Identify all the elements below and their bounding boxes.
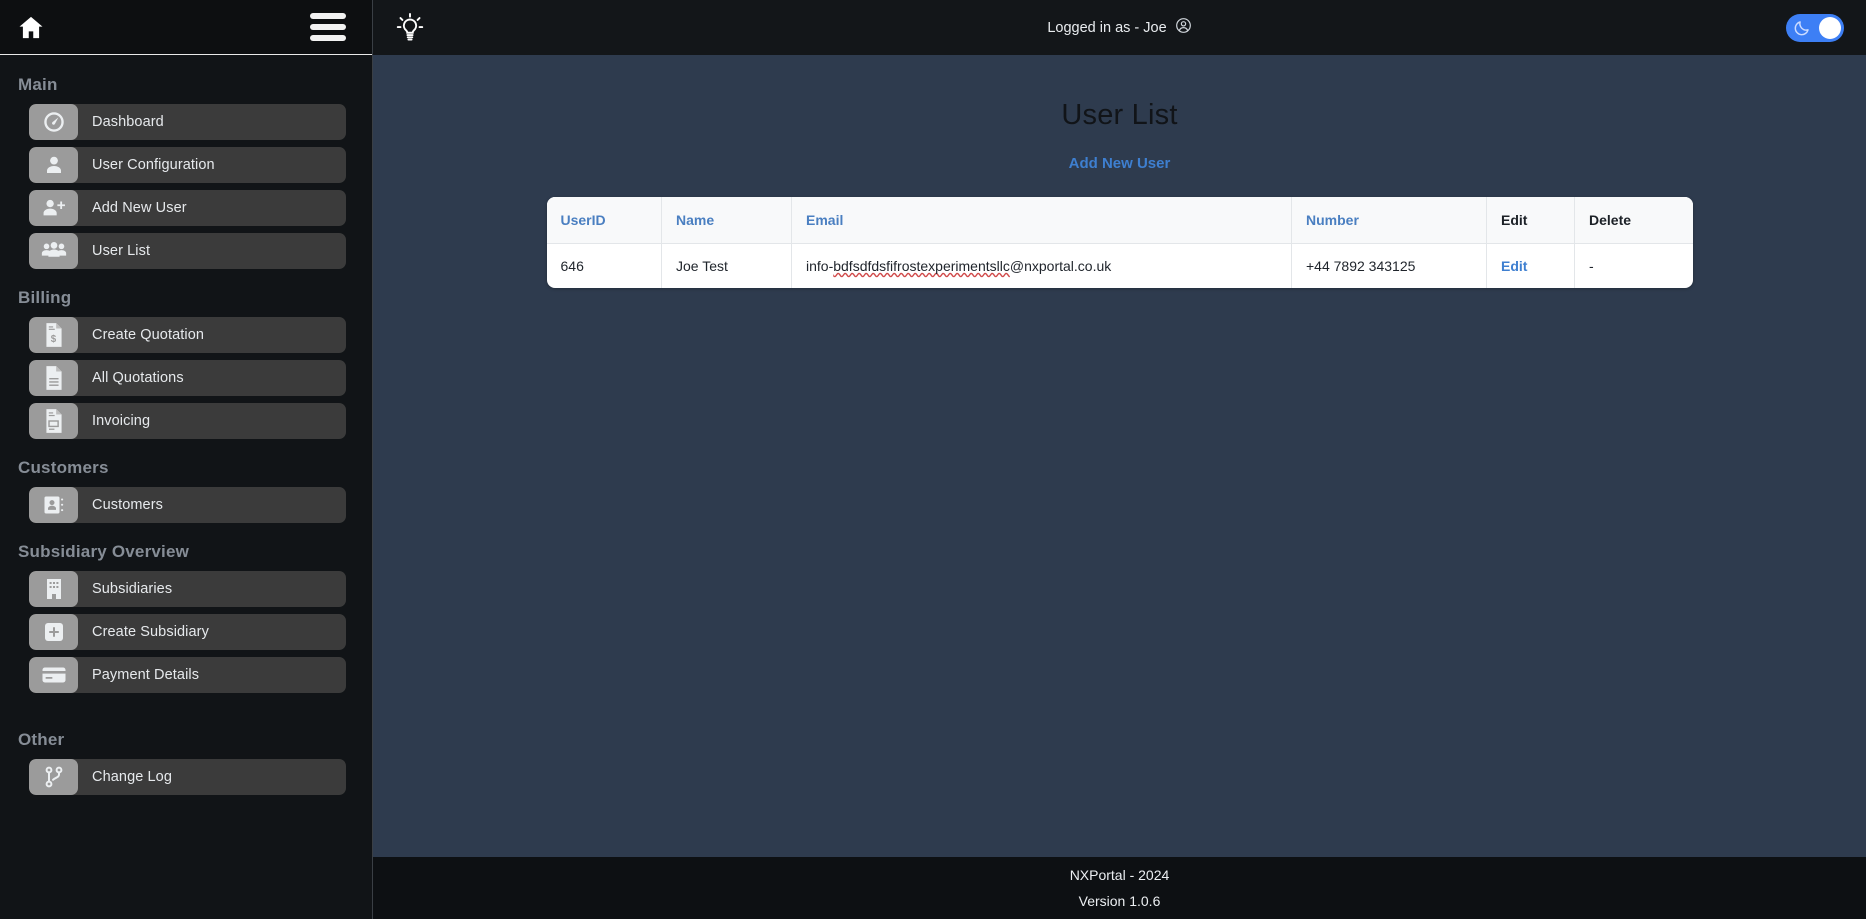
building-icon <box>29 571 78 607</box>
hamburger-menu-icon[interactable] <box>310 13 346 41</box>
table-header-row: UserID Name Email Number Edit Delete <box>546 197 1693 244</box>
logged-in-status: Logged in as - Joe <box>373 17 1866 38</box>
footer-copyright: NXPortal - 2024 <box>1069 867 1170 883</box>
lightbulb-icon[interactable] <box>387 11 433 45</box>
sidebar-item-label: Dashboard <box>92 114 164 130</box>
git-branch-icon <box>29 759 78 795</box>
app-root: Main Dashboard User Configuration Add Ne… <box>0 0 1866 919</box>
logged-in-text: Logged in as - Joe <box>1047 19 1167 36</box>
nav-section-title: Customers <box>18 458 109 477</box>
add-new-user-wrap: Add New User <box>373 155 1866 173</box>
nav-section-title: Billing <box>18 288 72 307</box>
email-prefix: info- <box>806 258 834 274</box>
column-header-userid[interactable]: UserID <box>546 197 662 244</box>
sidebar-item-user-configuration[interactable]: User Configuration <box>29 147 346 183</box>
user-list-table: UserID Name Email Number Edit Delete 646… <box>546 197 1693 288</box>
footer: NXPortal - 2024 Version 1.0.6 <box>373 857 1866 919</box>
sidebar-item-create-subsidiary[interactable]: Create Subsidiary <box>29 614 346 650</box>
nav-section-title: Other <box>18 730 65 749</box>
sidebar-item-label: Create Quotation <box>92 327 205 343</box>
column-header-email[interactable]: Email <box>791 197 1292 244</box>
column-header-edit: Edit <box>1486 197 1575 244</box>
hamburger-bar <box>310 24 346 30</box>
column-header-number[interactable]: Number <box>1291 197 1487 244</box>
sidebar-item-label: Change Log <box>92 769 173 785</box>
column-header-name[interactable]: Name <box>661 197 792 244</box>
moon-icon <box>1793 19 1811 42</box>
users-group-icon <box>29 233 78 269</box>
cell-edit: Edit <box>1486 243 1575 288</box>
nav-section-customers: Customers Customers <box>0 446 372 523</box>
nav-section-other: Other Change Log <box>0 718 372 795</box>
content-area: User List Add New User UserID Name Email… <box>373 55 1866 857</box>
table: UserID Name Email Number Edit Delete 646… <box>546 197 1693 288</box>
hamburger-bar <box>310 13 346 19</box>
top-header: Logged in as - Joe <box>373 0 1866 55</box>
user-plus-icon <box>29 190 78 226</box>
sidebar-header <box>0 0 372 55</box>
table-body: 646 Joe Test info-bdfsdfdsfifrostexperim… <box>546 243 1693 288</box>
contact-card-icon <box>29 487 78 523</box>
sidebar-item-all-quotations[interactable]: All Quotations <box>29 360 346 396</box>
sidebar-item-change-log[interactable]: Change Log <box>29 759 346 795</box>
table-head: UserID Name Email Number Edit Delete <box>546 197 1693 244</box>
footer-version: Version 1.0.6 <box>1078 893 1161 909</box>
sidebar-item-label: Subsidiaries <box>92 581 173 597</box>
document-lines-icon <box>29 360 78 396</box>
nav-section-subsidiary-overview: Subsidiary Overview Subsidiaries Create … <box>0 530 372 693</box>
sidebar-item-label: User List <box>92 243 151 259</box>
sidebar-item-label: Payment Details <box>92 667 200 683</box>
sidebar-item-label: Customers <box>92 497 163 513</box>
user-circle-icon <box>1175 17 1192 38</box>
gauge-icon <box>29 104 78 140</box>
sidebar-item-dashboard[interactable]: Dashboard <box>29 104 346 140</box>
nav-section-billing: Billing $ Create Quotation All Quotation… <box>0 276 372 439</box>
sidebar-item-label: Invoicing <box>92 413 151 429</box>
toggle-knob <box>1819 16 1841 39</box>
nav-section-main: Main Dashboard User Configuration Add Ne… <box>0 71 372 269</box>
cell-delete: - <box>1589 258 1594 274</box>
edit-link[interactable]: Edit <box>1501 258 1527 274</box>
sidebar-item-payment-details[interactable]: Payment Details <box>29 657 346 693</box>
add-new-user-link[interactable]: Add New User <box>1069 155 1171 172</box>
sidebar: Main Dashboard User Configuration Add Ne… <box>0 0 373 919</box>
cell-name: Joe Test <box>661 243 792 288</box>
credit-card-icon <box>29 657 78 693</box>
sidebar-item-invoicing[interactable]: Invoicing <box>29 403 346 439</box>
document-dollar-icon: $ <box>29 317 78 353</box>
sidebar-item-subsidiaries[interactable]: Subsidiaries <box>29 571 346 607</box>
column-header-delete: Delete <box>1574 197 1693 244</box>
cell-number: +44 7892 343125 <box>1291 243 1487 288</box>
cell-userid: 646 <box>546 243 662 288</box>
svg-text:$: $ <box>50 334 56 345</box>
sidebar-nav: Main Dashboard User Configuration Add Ne… <box>0 55 372 802</box>
nav-section-title: Main <box>18 75 58 94</box>
cell-email: info-bdfsdfdsfifrostexperimentsllc@nxpor… <box>791 243 1292 288</box>
home-icon[interactable] <box>8 7 54 47</box>
sidebar-item-label: User Configuration <box>92 157 215 173</box>
theme-toggle[interactable] <box>1786 13 1844 42</box>
page-title: User List <box>1061 99 1178 131</box>
table-row: 646 Joe Test info-bdfsdfdsfifrostexperim… <box>546 243 1693 288</box>
sidebar-item-user-list[interactable]: User List <box>29 233 346 269</box>
user-icon <box>29 147 78 183</box>
sidebar-item-add-new-user[interactable]: Add New User <box>29 190 346 226</box>
email-suffix: @nxportal.co.uk <box>1009 258 1112 274</box>
hamburger-bar <box>310 35 346 41</box>
nav-section-title: Subsidiary Overview <box>18 542 190 561</box>
invoice-icon <box>29 403 78 439</box>
plus-square-icon <box>29 614 78 650</box>
sidebar-item-create-quotation[interactable]: $ Create Quotation <box>29 317 346 353</box>
sidebar-item-label: All Quotations <box>92 370 184 386</box>
sidebar-item-label: Create Subsidiary <box>92 624 209 640</box>
email-misspelled-part: bdfsdfdsfifrostexperimentsllc <box>833 258 1010 274</box>
sidebar-item-customers[interactable]: Customers <box>29 487 346 523</box>
sidebar-item-label: Add New User <box>92 200 187 216</box>
main-area: Logged in as - Joe User List Add New Use… <box>373 0 1866 919</box>
